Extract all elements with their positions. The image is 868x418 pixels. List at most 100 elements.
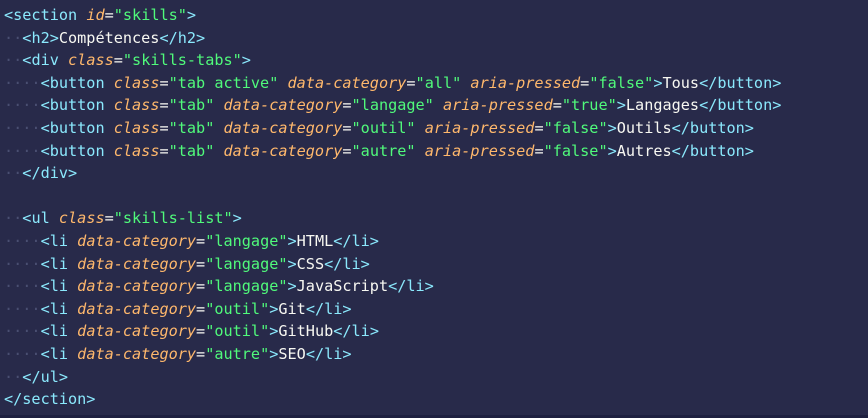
code-tag: <li bbox=[40, 344, 69, 363]
code-line[interactable]: ····<button class="tab active" data-cate… bbox=[0, 72, 868, 95]
code-text: SEO bbox=[278, 344, 306, 363]
code-line[interactable]: ··</ul> bbox=[0, 366, 868, 389]
code-text: HTML bbox=[296, 231, 334, 250]
code-text: Outils bbox=[616, 118, 672, 137]
code-tag: <li bbox=[40, 322, 69, 341]
code-string: "false" bbox=[543, 118, 608, 137]
code-string: "langage" bbox=[205, 231, 288, 250]
code-attribute: aria-pressed bbox=[470, 73, 581, 92]
code-attribute: class bbox=[113, 118, 160, 137]
code-attribute: aria-pressed bbox=[424, 118, 535, 137]
code-tag: <section bbox=[4, 6, 78, 24]
code-string: "autre" bbox=[351, 141, 416, 160]
code-tag: </section> bbox=[4, 390, 96, 409]
code-line[interactable]: ··<div class="skills-tabs"> bbox=[0, 49, 868, 72]
code-tag: </button> bbox=[699, 96, 782, 115]
code-punctuation: = bbox=[104, 209, 114, 228]
indent-guide: ·· bbox=[4, 51, 23, 70]
code-punctuation: = bbox=[196, 254, 206, 273]
code-line[interactable]: ····<button class="tab" data-category="o… bbox=[0, 117, 868, 140]
code-attribute: data-category bbox=[287, 73, 407, 92]
code-punctuation: = bbox=[342, 141, 352, 160]
code-tag: > bbox=[186, 6, 197, 24]
code-attribute: data-category bbox=[77, 277, 197, 296]
code-tag: > bbox=[287, 277, 297, 296]
code-line[interactable]: ····<button class="tab" data-category="a… bbox=[0, 140, 868, 163]
indent-guide: ·· bbox=[4, 209, 23, 228]
code-string: "langage" bbox=[351, 96, 434, 115]
code-attribute: data-category bbox=[77, 322, 197, 341]
indent-guide: ·· bbox=[4, 28, 23, 47]
code-attribute: class bbox=[113, 141, 160, 160]
code-tag: > bbox=[241, 51, 251, 70]
code-tag: > bbox=[287, 231, 297, 250]
code-line[interactable]: ····<li data-category="autre">SEO</li> bbox=[0, 343, 868, 366]
code-line[interactable]: ····<li data-category="outil">GitHub</li… bbox=[0, 320, 868, 343]
code-tag: <button bbox=[40, 141, 105, 160]
code-string: "tab" bbox=[168, 96, 215, 115]
code-string: "false" bbox=[589, 73, 654, 92]
code-tag: <button bbox=[40, 73, 105, 92]
code-tag: > bbox=[607, 118, 617, 137]
code-line[interactable]: </section> bbox=[0, 388, 868, 411]
code-line[interactable]: ····<button class="tab" data-category="l… bbox=[0, 94, 868, 117]
code-editor[interactable]: <section id="skills"> ··<h2>Compétences</… bbox=[0, 0, 868, 418]
indent-guide: ·· bbox=[4, 164, 23, 183]
code-attribute: class bbox=[113, 73, 160, 92]
code-tag: > bbox=[616, 96, 626, 115]
code-attribute: class bbox=[58, 209, 105, 228]
code-tag: <li bbox=[40, 231, 69, 250]
code-line[interactable]: ··<h2>Compétences</h2> bbox=[0, 27, 868, 50]
indent-guide: ···· bbox=[4, 118, 41, 137]
code-attribute: aria-pressed bbox=[442, 96, 553, 115]
code-text: CSS bbox=[296, 254, 325, 273]
code-line[interactable]: ····<li data-category="langage">HTML</li… bbox=[0, 230, 868, 253]
code-tag: </h2> bbox=[159, 28, 206, 47]
code-punctuation: = bbox=[196, 344, 206, 363]
code-punctuation: = bbox=[342, 96, 352, 115]
code-string: "false" bbox=[543, 141, 608, 160]
code-tag: </button> bbox=[671, 118, 754, 137]
indent-guide: ···· bbox=[4, 73, 41, 92]
code-string: "outil" bbox=[205, 299, 270, 318]
code-line[interactable]: ····<li data-category="outil">Git</li> bbox=[0, 298, 868, 321]
code-text: GitHub bbox=[278, 322, 334, 341]
code-punctuation: = bbox=[342, 118, 352, 137]
code-string: "tab" bbox=[168, 118, 215, 137]
code-line[interactable] bbox=[0, 185, 868, 208]
code-tag: <button bbox=[40, 118, 105, 137]
code-line[interactable]: ····<li data-category="langage">JavaScri… bbox=[0, 275, 868, 298]
code-tag: <li bbox=[40, 277, 69, 296]
code-attribute: data-category bbox=[223, 141, 343, 160]
code-string: "outil" bbox=[351, 118, 416, 137]
code-attribute: class bbox=[68, 51, 114, 70]
indent-guide: ···· bbox=[4, 96, 41, 115]
code-attribute: data-category bbox=[77, 344, 197, 363]
code-text: Git bbox=[278, 299, 306, 318]
code-tag: <ul bbox=[22, 209, 50, 228]
code-tag: > bbox=[269, 344, 279, 363]
code-punctuation: = bbox=[159, 96, 169, 115]
code-line[interactable]: ····<li data-category="langage">CSS</li> bbox=[0, 253, 868, 276]
code-line[interactable]: ··<ul class="skills-list"> bbox=[0, 207, 868, 230]
code-line[interactable]: <section id="skills"> bbox=[0, 4, 868, 27]
code-tag: > bbox=[269, 322, 279, 341]
code-tag: <div bbox=[22, 51, 59, 70]
code-punctuation: = bbox=[159, 141, 169, 160]
code-attribute: data-category bbox=[223, 118, 343, 137]
code-line[interactable]: ··</div> bbox=[0, 162, 868, 185]
code-string: "all" bbox=[415, 73, 462, 92]
code-punctuation: = bbox=[406, 73, 416, 92]
